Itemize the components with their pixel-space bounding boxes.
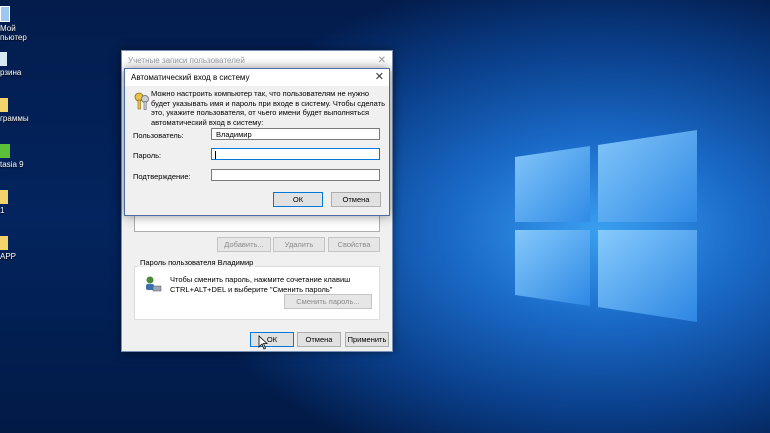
- apply-button[interactable]: Применить: [345, 332, 389, 347]
- add-user-button[interactable]: Добавить...: [217, 237, 271, 252]
- logo-pane-top-left: [515, 146, 590, 222]
- desktop-icon-app-folder[interactable]: APP: [0, 236, 40, 261]
- username-label: Пользователь:: [133, 131, 184, 140]
- confirm-field[interactable]: [211, 169, 380, 181]
- desktop-icon-computer[interactable]: Мой пьютер: [0, 6, 40, 42]
- desktop-icon-folder-1[interactable]: 1: [0, 190, 40, 215]
- password-label: Пароль:: [133, 151, 162, 160]
- password-group-title: Пароль пользователя Владимир: [138, 258, 256, 267]
- mouse-cursor-icon: [258, 335, 268, 350]
- username-field[interactable]: Владимир: [211, 128, 380, 140]
- password-field[interactable]: [211, 148, 380, 160]
- password-group-text: Чтобы сменить пароль, нажмите сочетание …: [170, 275, 351, 294]
- close-icon[interactable]: ✕: [375, 69, 384, 86]
- user-properties-button[interactable]: Свойства: [328, 237, 380, 252]
- cancel-button[interactable]: Отмена: [297, 332, 341, 347]
- logo-pane-top-right: [598, 130, 697, 222]
- user-accounts-title: Учетные записи пользователей: [128, 56, 245, 65]
- change-password-button[interactable]: Сменить пароль...: [284, 294, 372, 309]
- auto-login-titlebar: Автоматический вход в систему ✕: [125, 69, 389, 86]
- ok-button[interactable]: ОК: [250, 332, 294, 347]
- keys-icon: [134, 92, 149, 110]
- dialog-ok-button[interactable]: ОК: [273, 192, 323, 207]
- dialog-cancel-button[interactable]: Отмена: [331, 192, 381, 207]
- remove-user-button[interactable]: Удалить: [273, 237, 325, 252]
- auto-login-description: Можно настроить компьютер так, что польз…: [151, 89, 385, 127]
- user-keyboard-icon: [146, 276, 162, 292]
- logo-pane-bottom-right: [598, 230, 697, 322]
- desktop-icon-programs-folder[interactable]: граммы: [0, 98, 40, 123]
- text-caret: [215, 151, 216, 159]
- auto-login-dialog: Автоматический вход в систему ✕ Можно на…: [124, 68, 390, 216]
- desktop-icon-camtasia[interactable]: tasia 9: [0, 144, 40, 169]
- confirm-label: Подтверждение:: [133, 172, 191, 181]
- desktop-icon-recycle-bin[interactable]: рзина: [0, 52, 40, 77]
- logo-pane-bottom-left: [515, 230, 590, 306]
- auto-login-title: Автоматический вход в систему: [131, 73, 250, 82]
